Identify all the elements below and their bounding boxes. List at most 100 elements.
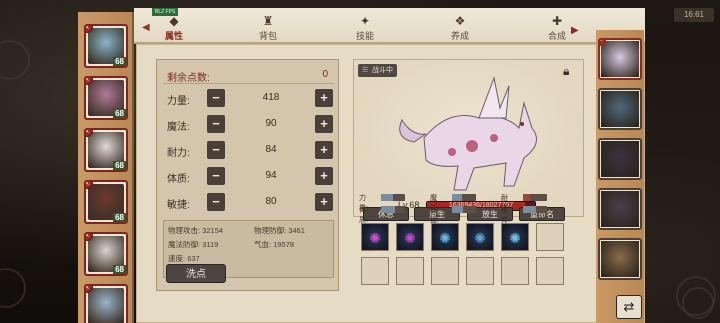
hero-level: 68 bbox=[113, 213, 126, 222]
pet-stat-bar bbox=[452, 194, 476, 201]
minus-button[interactable]: − bbox=[207, 141, 225, 159]
hero-slot[interactable]: × 68 bbox=[84, 24, 128, 68]
stat-row-strength: 力量: − 418 + bbox=[165, 88, 335, 108]
tab-label: 技能 bbox=[355, 31, 374, 41]
background-ring bbox=[0, 40, 30, 80]
reset-points-button[interactable]: 洗点 bbox=[166, 264, 226, 283]
stat-label: 敏捷: bbox=[167, 200, 190, 211]
back-arrow-icon[interactable]: ◀ bbox=[142, 22, 150, 33]
plus-button[interactable]: + bbox=[315, 167, 333, 185]
tab-bar: BLZ FPS ◀ ◆ 属性 ♜ 背包 ✦ 技能 ❖ 养成 ✚ 合成 ▶ bbox=[134, 8, 645, 44]
skill-slot-empty[interactable] bbox=[501, 257, 529, 285]
attribute-icon: ◆ bbox=[169, 14, 179, 28]
pet-portrait bbox=[601, 91, 639, 127]
skill-slot[interactable]: ✺ bbox=[501, 223, 529, 251]
main-panel: 剩余点数: 0 力量: − 418 + 魔法: − 90 + 耐力: − 84 … bbox=[136, 44, 645, 323]
hero-slot[interactable]: × 68 bbox=[84, 128, 128, 172]
tab-bag[interactable]: ♜ 背包 bbox=[248, 14, 288, 42]
next-arrow-icon[interactable]: ▶ bbox=[571, 25, 579, 36]
hero-slot[interactable]: × bbox=[84, 284, 128, 323]
burst-skill-icon: ✺ bbox=[404, 230, 416, 246]
hero-level: 68 bbox=[113, 265, 126, 274]
hero-level: 68 bbox=[113, 57, 126, 66]
tab-attributes[interactable]: ◆ 属性 bbox=[154, 14, 194, 42]
stat-value: 84 bbox=[265, 144, 277, 155]
skill-slot-empty[interactable] bbox=[536, 223, 564, 251]
pet-stat-bar bbox=[523, 194, 547, 201]
pet-slot[interactable] bbox=[598, 138, 642, 180]
hero-slot[interactable]: × 68 bbox=[84, 76, 128, 120]
skill-slot-empty[interactable] bbox=[431, 257, 459, 285]
bag-icon: ♜ bbox=[262, 14, 274, 28]
hero-portrait bbox=[88, 288, 124, 323]
derived-stat: 魔法防御: 3119 bbox=[168, 240, 219, 249]
skill-slot-empty[interactable] bbox=[361, 257, 389, 285]
tab-label: 合成 bbox=[547, 31, 566, 41]
merge-icon: ✚ bbox=[551, 14, 563, 28]
tab-label: 属性 bbox=[164, 31, 183, 41]
pet-portrait bbox=[601, 191, 639, 227]
pet-slot[interactable] bbox=[598, 238, 642, 280]
shock-skill-icon: ✺ bbox=[509, 230, 521, 246]
remaining-points-value: 0 bbox=[322, 69, 328, 80]
attribute-box: 剩余点数: 0 力量: − 418 + 魔法: − 90 + 耐力: − 84 … bbox=[156, 59, 339, 291]
stat-label: 魔法: bbox=[167, 122, 190, 133]
hero-slot[interactable]: × 68 bbox=[84, 180, 128, 224]
hero-list: × 68 × 68 × 68 × 68 × 68 × bbox=[78, 12, 134, 323]
time-badge: 16:61 bbox=[674, 8, 714, 22]
stat-label: 力量: bbox=[167, 96, 190, 107]
background-ring bbox=[682, 287, 714, 319]
skill-slot[interactable]: ✺ bbox=[431, 223, 459, 251]
swap-icon[interactable]: ⇄ bbox=[616, 295, 642, 319]
plus-button[interactable]: + bbox=[315, 141, 333, 159]
skill-icon: ✦ bbox=[359, 14, 371, 28]
pet-sprite bbox=[399, 76, 537, 191]
remaining-points-label: 剩余点数: bbox=[167, 73, 210, 84]
skill-slot[interactable]: ✺ bbox=[396, 223, 424, 251]
tab-skills[interactable]: ✦ 技能 bbox=[345, 14, 385, 42]
plus-button[interactable]: + bbox=[315, 89, 333, 107]
stat-row-endurance: 耐力: − 84 + bbox=[165, 140, 335, 160]
pet-stat-bar bbox=[381, 206, 405, 213]
skill-slot-empty[interactable] bbox=[536, 257, 564, 285]
derived-stat: 气血: 19578 bbox=[254, 240, 295, 249]
minus-button[interactable]: − bbox=[207, 193, 225, 211]
derived-stat: 物理防御: 3461 bbox=[254, 226, 305, 235]
skill-slot-empty[interactable] bbox=[396, 257, 424, 285]
pet-list: × bbox=[596, 30, 644, 323]
skill-slot-empty[interactable] bbox=[466, 257, 494, 285]
stat-value: 94 bbox=[265, 170, 277, 181]
remaining-points-row: 剩余点数: 0 bbox=[163, 66, 334, 84]
pet-stat-bar bbox=[381, 194, 405, 201]
stat-value: 418 bbox=[262, 92, 280, 103]
skill-slot[interactable]: ✺ bbox=[361, 223, 389, 251]
minus-button[interactable]: − bbox=[207, 167, 225, 185]
tab-label: 养成 bbox=[450, 31, 469, 41]
stat-label: 耐力: bbox=[167, 148, 190, 159]
stat-row-magic: 魔法: − 90 + bbox=[165, 114, 335, 134]
pet-portrait bbox=[601, 41, 639, 77]
skill-slot[interactable]: ✺ bbox=[466, 223, 494, 251]
plus-button[interactable]: + bbox=[315, 115, 333, 133]
minus-button[interactable]: − bbox=[207, 89, 225, 107]
wind-skill-icon: ✺ bbox=[439, 230, 451, 246]
claw-skill-icon: ✺ bbox=[369, 230, 381, 246]
stat-value: 80 bbox=[265, 196, 277, 207]
hero-level: 68 bbox=[113, 161, 126, 170]
stat-label: 体质: bbox=[167, 174, 190, 185]
pet-slot[interactable] bbox=[598, 88, 642, 130]
background-ring bbox=[0, 268, 26, 308]
minus-button[interactable]: − bbox=[207, 115, 225, 133]
stat-row-agility: 敏捷: − 80 + bbox=[165, 192, 335, 212]
stat-value: 90 bbox=[265, 118, 277, 129]
plus-button[interactable]: + bbox=[315, 193, 333, 211]
pet-slot[interactable]: × bbox=[598, 38, 642, 80]
pet-slot[interactable] bbox=[598, 188, 642, 230]
hero-slot[interactable]: × 68 bbox=[84, 232, 128, 276]
tab-train[interactable]: ❖ 养成 bbox=[440, 14, 480, 42]
vortex-skill-icon: ✺ bbox=[474, 230, 486, 246]
derived-stat: 速度: 637 bbox=[168, 254, 200, 263]
stat-row-constitution: 体质: − 94 + bbox=[165, 166, 335, 186]
hero-level: 68 bbox=[113, 109, 126, 118]
train-icon: ❖ bbox=[454, 14, 466, 28]
